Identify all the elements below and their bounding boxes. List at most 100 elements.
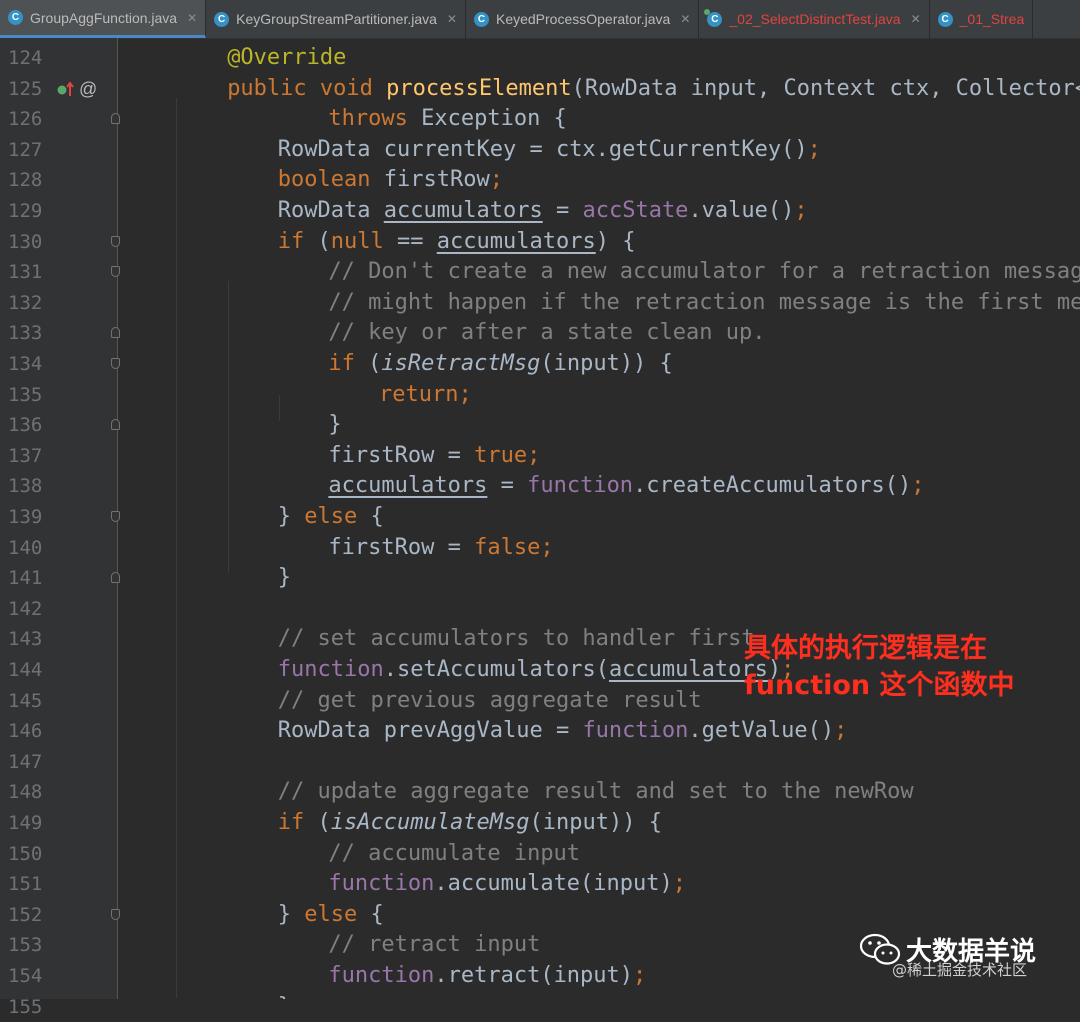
code-token: (input)) { (540, 351, 673, 376)
code-line[interactable]: // retract input (328, 930, 540, 960)
line-number: 127 (8, 138, 43, 161)
code-line[interactable]: } (278, 992, 291, 999)
gutter-line: 133 (0, 318, 120, 348)
gutter-line: 154 (0, 961, 118, 991)
code-token: return (379, 381, 459, 407)
tab-label: KeyedProcessOperator.java (495, 11, 671, 27)
gutter-line: 138 (0, 471, 118, 501)
code-line[interactable]: boolean firstRow; (278, 165, 503, 195)
code-token: public (227, 75, 320, 101)
code-token: .accumulate(input) (434, 871, 673, 897)
code-token: // key or after a state clean up. (328, 320, 766, 346)
code-line[interactable]: // accumulate input (328, 839, 580, 869)
code-line[interactable]: firstRow = true; (328, 441, 540, 471)
code-line[interactable]: } else { (278, 900, 384, 930)
code-token: .value() (688, 198, 795, 223)
gutter-line: 148 (0, 777, 118, 807)
gutter-line: 128 (0, 165, 118, 195)
code-token: { (370, 901, 384, 927)
code-token: // accumulate input (328, 840, 581, 866)
editor-tab[interactable]: C _02_SelectDistinctTest.java ✕ (699, 0, 930, 38)
gutter-line: 127 (0, 135, 118, 165)
editor-tab[interactable]: C KeyedProcessOperator.java ✕ (466, 0, 700, 38)
close-tab-icon[interactable]: ✕ (447, 12, 457, 26)
code-token: else (304, 901, 371, 927)
code-token: function (328, 963, 435, 988)
code-token: // Don't create a new accumulator for a … (328, 259, 1080, 285)
code-line[interactable]: // set accumulators to handler first (278, 624, 755, 654)
line-number: 134 (8, 353, 43, 375)
close-tab-icon[interactable]: ✕ (187, 11, 197, 25)
code-line[interactable]: RowData prevAggValue = function.getValue… (278, 716, 848, 746)
gutter-line: 149 (0, 808, 118, 838)
runnable-class-icon: C (704, 8, 723, 27)
close-tab-icon[interactable]: ✕ (680, 12, 690, 26)
editor-tab[interactable]: C GroupAggFunction.java ✕ (0, 0, 207, 38)
code-editor[interactable]: @Override public void processElement(RowD… (118, 38, 1080, 999)
code-line[interactable]: // get previous aggregate result (278, 686, 702, 716)
code-token: null (330, 228, 384, 254)
code-token: else (304, 504, 371, 529)
code-line[interactable]: throws Exception { (328, 104, 566, 134)
close-tab-icon[interactable]: ✕ (911, 12, 921, 26)
code-line[interactable]: if (isRetractMsg(input)) { (328, 349, 672, 379)
line-number: 151 (8, 873, 43, 896)
gutter-line: 141 (0, 563, 120, 593)
code-token: firstRow = (328, 534, 475, 560)
code-line[interactable]: RowData accumulators = accState.value(); (278, 196, 808, 226)
code-token: (input)) { (529, 810, 662, 835)
code-token: .getValue() (688, 718, 835, 744)
code-token: ; (633, 963, 647, 988)
line-number: 126 (8, 108, 43, 131)
code-token: if (328, 351, 369, 376)
line-number-gutter: 124 125 @126 127 128 129 130 131 132 133 134 135 136… (0, 38, 120, 1018)
code-line[interactable]: function.retract(input); (328, 961, 646, 991)
code-line[interactable]: // key or after a state clean up. (328, 318, 765, 348)
code-line[interactable]: public void processElement(RowData input… (227, 74, 1080, 104)
callout-line-1: 具体的执行逻辑是在 (744, 633, 987, 664)
editor-tab[interactable]: C _01_Strea (930, 0, 1034, 38)
code-token: firstRow = (328, 442, 475, 468)
class-icon: C (214, 11, 230, 27)
code-line[interactable]: @Override (227, 43, 346, 73)
line-number: 125 (8, 77, 43, 100)
gutter-line: 125 @ (0, 74, 118, 104)
editor-tab[interactable]: C KeyGroupStreamPartitioner.java ✕ (206, 0, 466, 38)
code-line[interactable]: RowData currentKey = ctx.getCurrentKey()… (278, 135, 821, 165)
code-line[interactable]: accumulators = function.createAccumulato… (328, 471, 924, 501)
code-line[interactable]: function.accumulate(input); (328, 869, 686, 899)
line-number: 147 (8, 750, 43, 773)
code-line[interactable]: // might happen if the retraction messag… (328, 288, 1080, 318)
code-line[interactable]: function.setAccumulators(accumulators); (278, 655, 795, 685)
code-line[interactable]: } else { (278, 502, 384, 532)
code-line[interactable]: } (278, 563, 291, 593)
code-token: function (582, 718, 689, 744)
code-token: { (370, 504, 384, 529)
callout-line-2: function 这个函数中 (744, 670, 1015, 701)
code-token: ; (794, 198, 808, 223)
code-line[interactable]: } (328, 410, 341, 440)
code-line[interactable]: if (null == accumulators) { (278, 227, 636, 257)
code-token: Exception { (421, 106, 567, 132)
code-line[interactable]: // Don't create a new accumulator for a … (328, 257, 1080, 287)
code-token: true (474, 442, 528, 468)
code-line[interactable]: firstRow = false; (328, 533, 553, 563)
code-token: ; (834, 718, 848, 744)
line-number: 155 (8, 995, 43, 1018)
line-number: 133 (8, 322, 43, 345)
implementation-marker[interactable]: @ (79, 74, 97, 104)
code-token: .retract(input) (434, 963, 634, 988)
code-line[interactable]: // update aggregate result and set to th… (278, 777, 914, 807)
code-token: // retract input (328, 932, 541, 958)
code-token: function (277, 657, 384, 682)
override-up-arrow-icon[interactable] (56, 80, 74, 98)
line-number: 154 (8, 965, 43, 987)
code-line[interactable]: return; (379, 380, 472, 410)
class-icon: C (937, 11, 953, 27)
code-token: firstRow (383, 167, 490, 193)
line-number: 141 (8, 567, 43, 590)
annotation-callout: 具体的执行逻辑是在 function 这个函数中 (744, 630, 1015, 704)
line-number: 142 (8, 597, 43, 620)
line-number: 148 (8, 781, 43, 804)
code-line[interactable]: if (isAccumulateMsg(input)) { (278, 808, 662, 838)
